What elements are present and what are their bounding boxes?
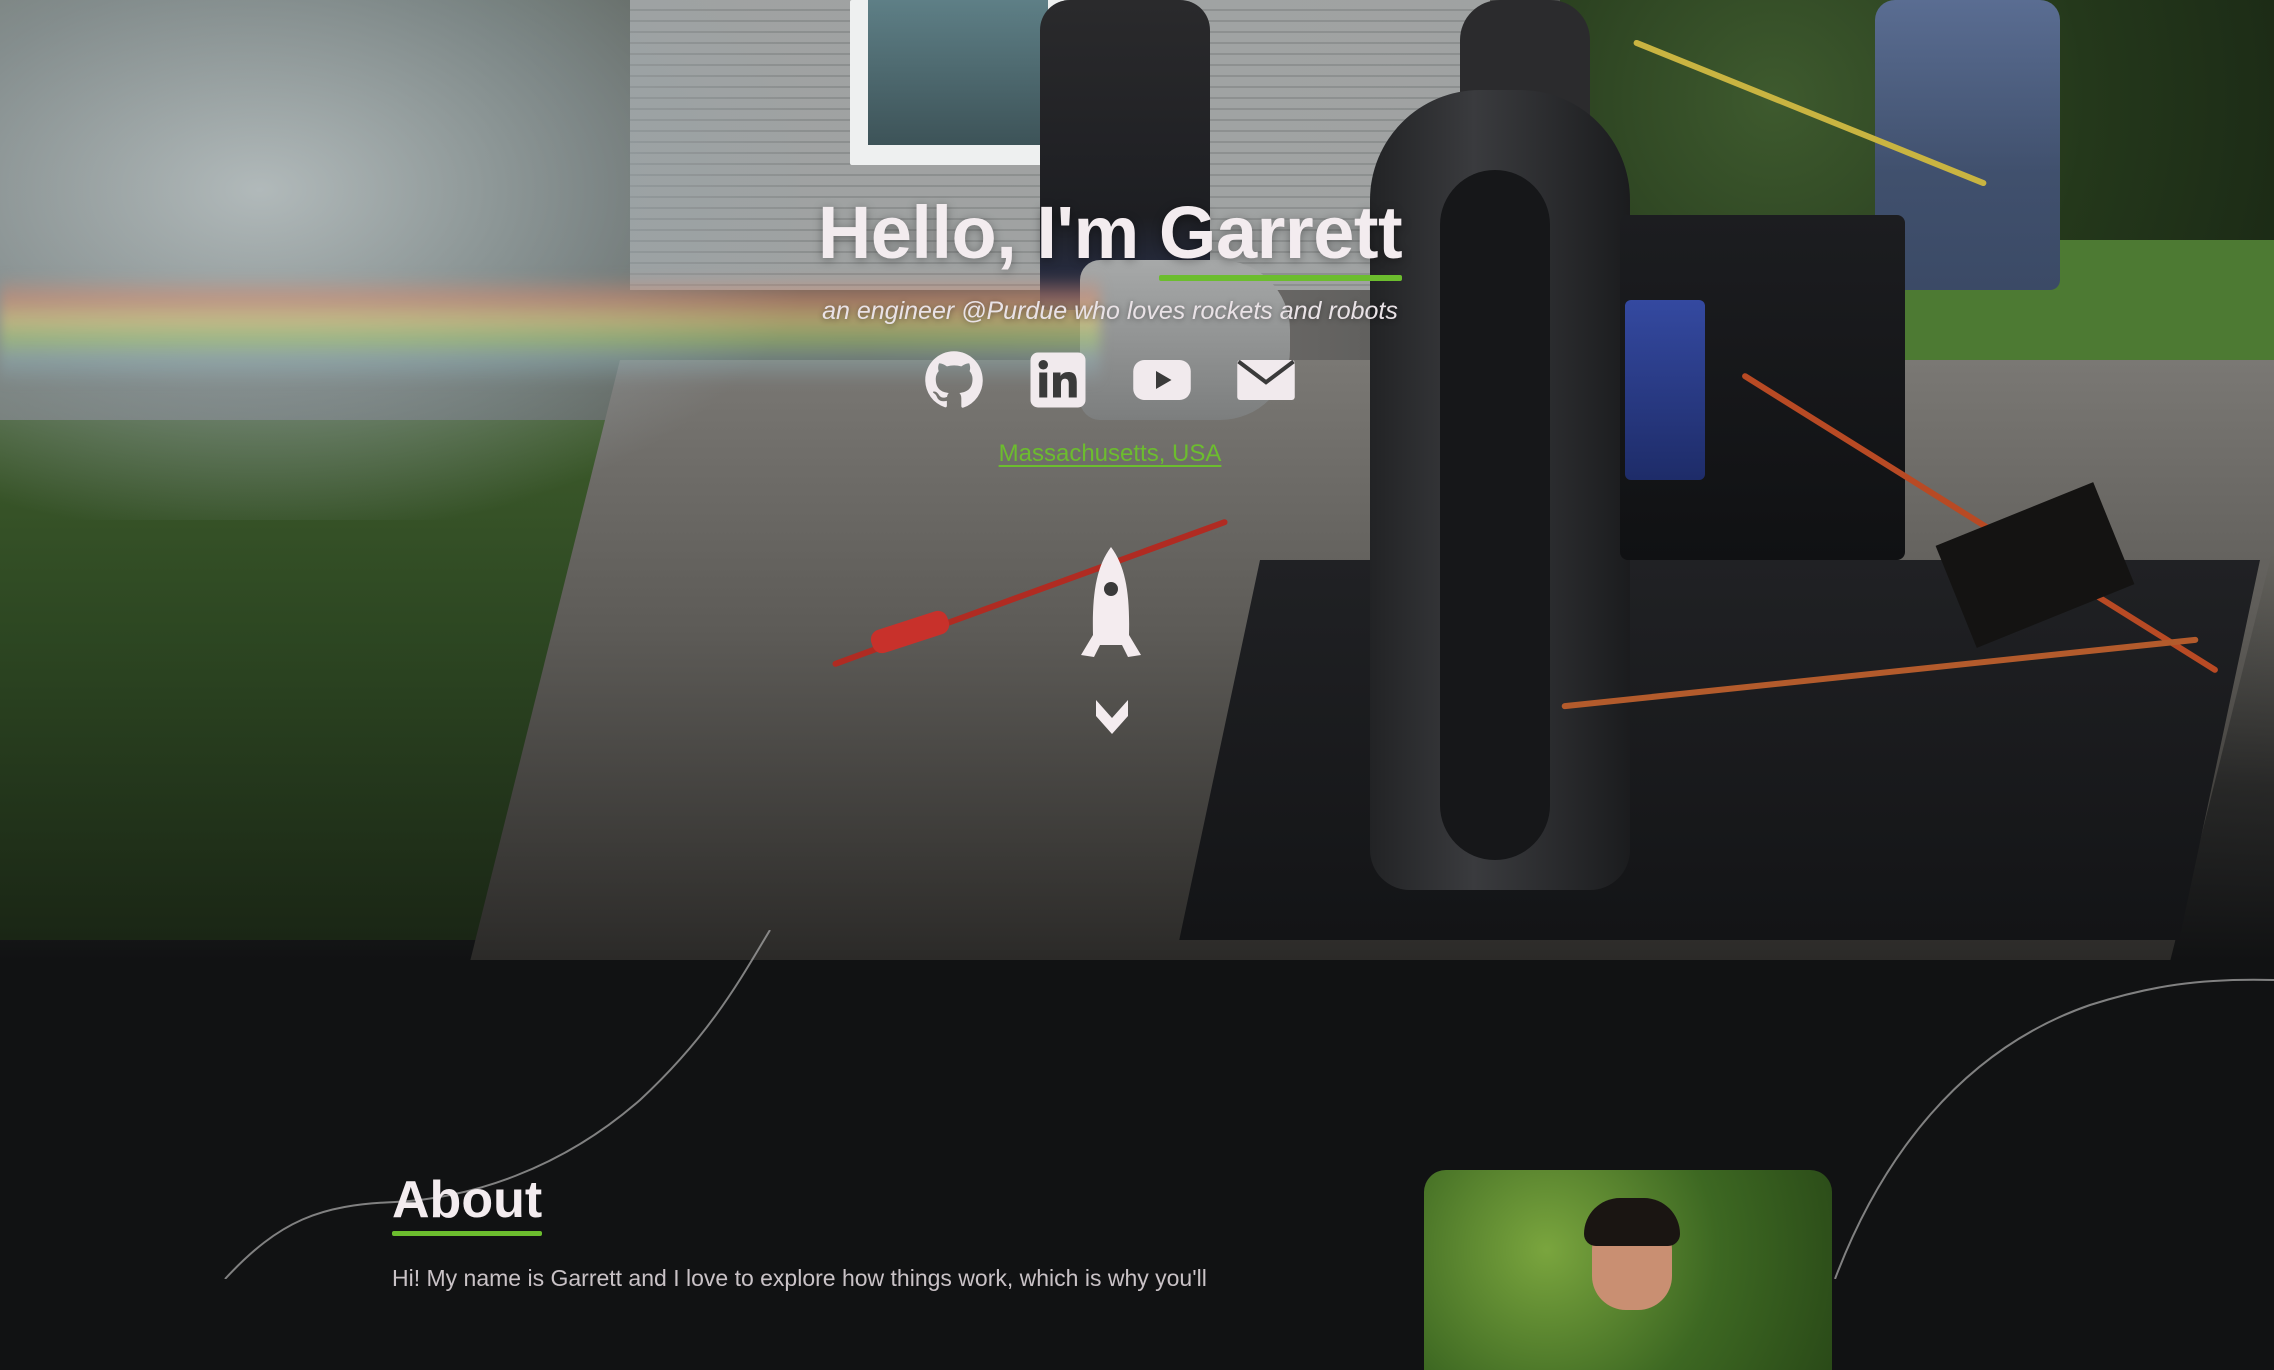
rocket-icon bbox=[1081, 547, 1141, 657]
photo-hair bbox=[1584, 1198, 1680, 1246]
github-link[interactable] bbox=[924, 350, 984, 410]
profile-photo bbox=[1424, 1170, 1832, 1370]
email-link[interactable] bbox=[1236, 350, 1296, 410]
scroll-down-icon[interactable] bbox=[1094, 690, 1130, 736]
hero-title-name: Garrett bbox=[1158, 191, 1403, 281]
engine-base bbox=[1179, 560, 2260, 940]
youtube-link[interactable] bbox=[1132, 350, 1192, 410]
hero-title: Hello, I'm Garrett bbox=[0, 190, 2220, 281]
about-heading: About bbox=[392, 1170, 543, 1236]
hero-subtitle: an engineer @Purdue who loves rockets an… bbox=[822, 297, 1398, 325]
youtube-icon bbox=[1133, 360, 1191, 400]
github-icon bbox=[925, 351, 983, 408]
decorative-curves bbox=[224, 930, 2274, 1279]
hero-title-prefix: Hello, I'm bbox=[817, 191, 1159, 274]
linkedin-link[interactable] bbox=[1028, 350, 1088, 410]
hero-section: Hello, I'm Garrett an engineer @Purdue w… bbox=[0, 0, 2274, 960]
social-links bbox=[0, 350, 2220, 410]
hero-content: Hello, I'm Garrett an engineer @Purdue w… bbox=[0, 190, 2220, 468]
linkedin-icon bbox=[1030, 352, 1086, 408]
house-window-pane bbox=[868, 0, 1048, 145]
location-link[interactable]: Massachusetts, USA bbox=[999, 440, 1222, 468]
mail-icon bbox=[1237, 359, 1295, 400]
about-heading-text: About bbox=[392, 1171, 543, 1236]
